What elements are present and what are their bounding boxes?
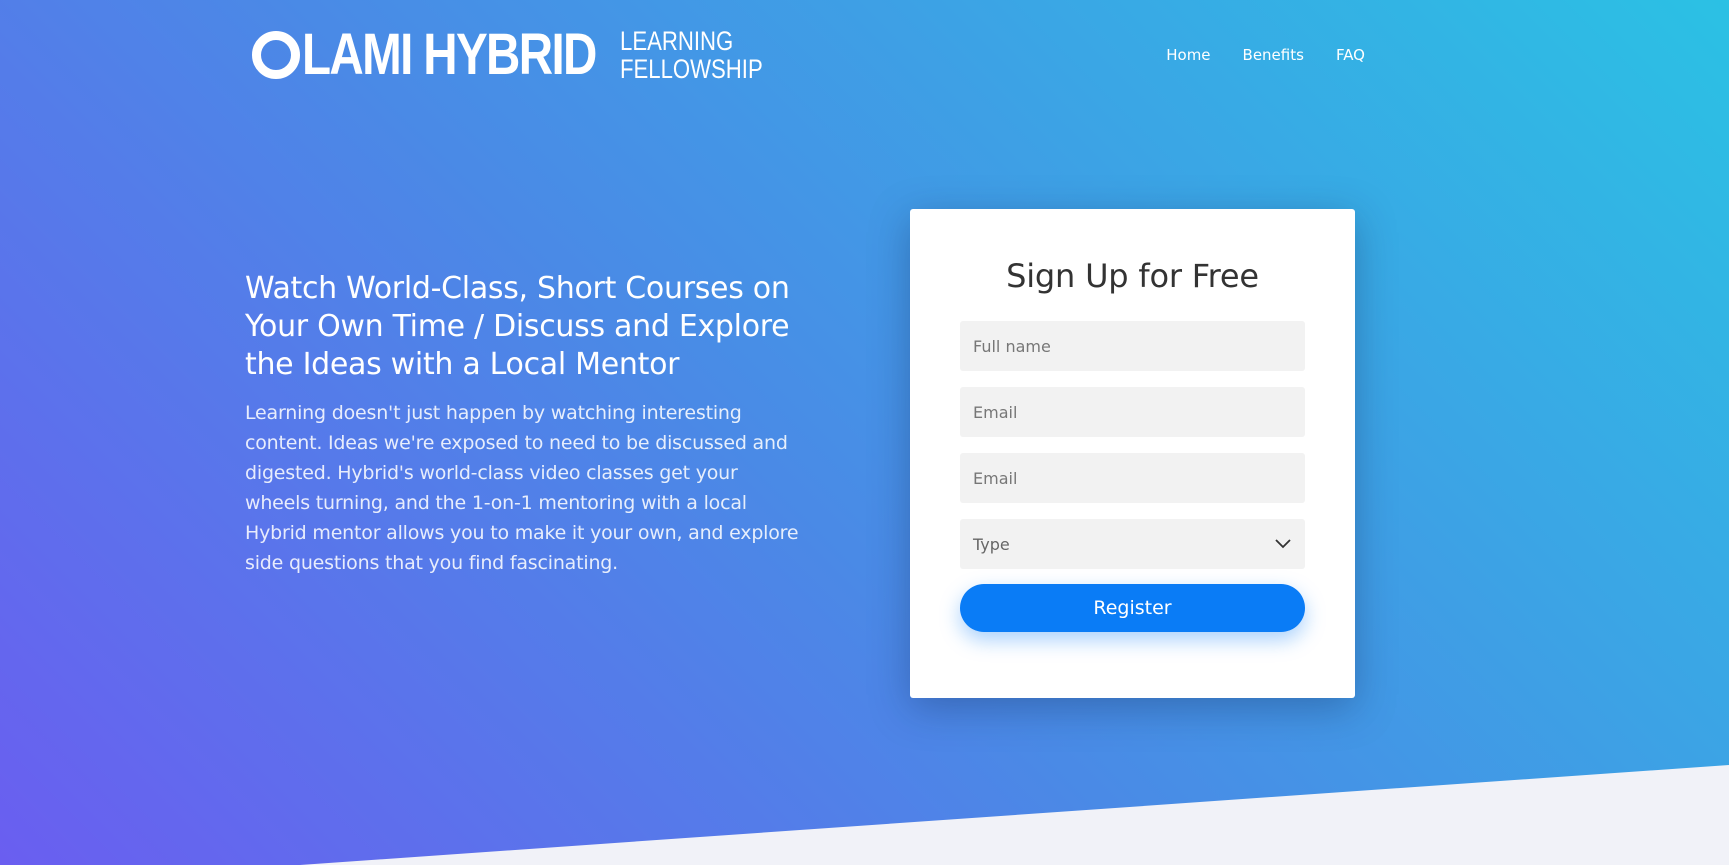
- site-header: LAMI HYBRID LEARNING FELLOWSHIP Home Ben…: [0, 0, 1729, 110]
- register-button[interactable]: Register: [960, 584, 1305, 632]
- email-confirm-input[interactable]: [960, 453, 1305, 503]
- logo-wordmark: LAMI HYBRID: [302, 22, 597, 87]
- hero-title: Watch World-Class, Short Courses on Your…: [245, 271, 790, 382]
- hero-section: Watch World-Class, Short Courses on Your…: [245, 270, 805, 578]
- full-name-input[interactable]: [960, 321, 1305, 371]
- nav-faq-link[interactable]: FAQ: [1336, 46, 1365, 64]
- logo-subtitle: LEARNING FELLOWSHIP: [620, 27, 763, 83]
- main-nav: Home Benefits FAQ: [1166, 46, 1365, 64]
- hero-description: Learning doesn't just happen by watching…: [245, 402, 799, 574]
- chevron-down-icon: [1275, 539, 1291, 549]
- type-select-value: Type: [973, 534, 1010, 554]
- type-select[interactable]: Type: [960, 519, 1305, 569]
- nav-home-link[interactable]: Home: [1166, 46, 1210, 64]
- logo-o-mark: [252, 31, 300, 79]
- olami-hybrid-logo[interactable]: LAMI HYBRID LEARNING FELLOWSHIP: [252, 26, 794, 84]
- nav-benefits-link[interactable]: Benefits: [1243, 46, 1304, 64]
- logo-sub-line2: FELLOWSHIP: [620, 54, 763, 84]
- signup-card: Sign Up for Free Type Register: [910, 209, 1355, 698]
- email-input[interactable]: [960, 387, 1305, 437]
- signup-title: Sign Up for Free: [1006, 257, 1259, 295]
- logo-sub-line1: LEARNING: [620, 26, 734, 56]
